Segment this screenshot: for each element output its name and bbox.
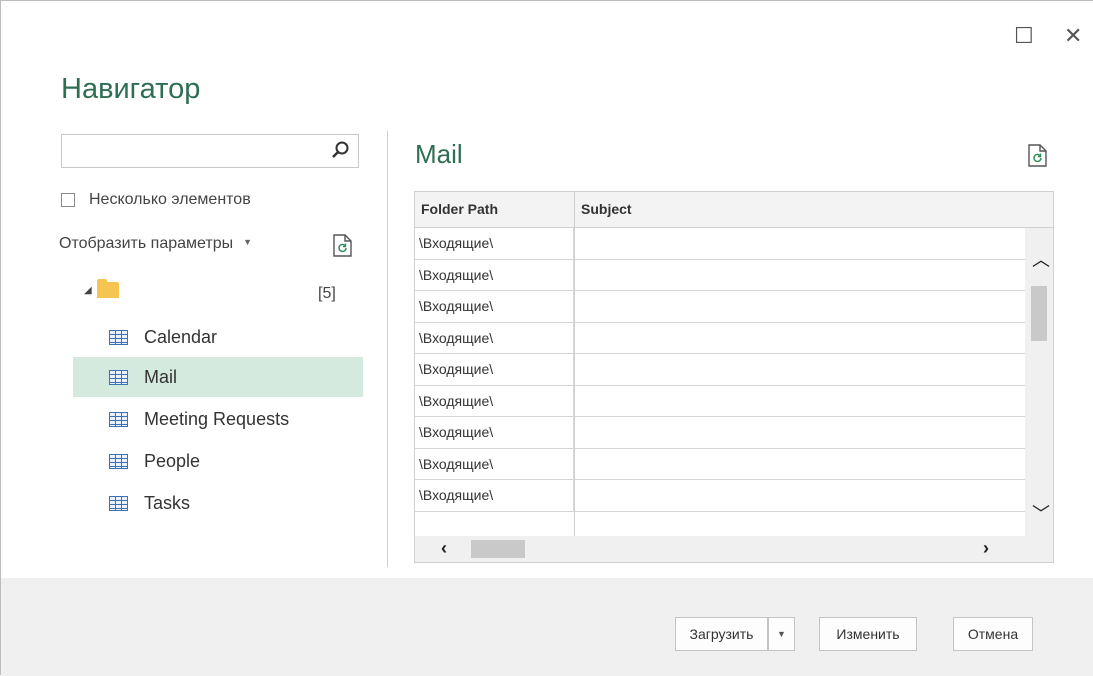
root-item-count: [5] [318, 285, 336, 302]
nav-item-label: People [144, 450, 201, 471]
nav-item-meeting-requests[interactable]: Meeting Requests [73, 399, 363, 439]
display-options-label: Отобразить параметры [59, 235, 234, 252]
nav-item-tasks[interactable]: Tasks [73, 483, 363, 523]
dialog-footer [1, 578, 1093, 676]
vertical-scrollbar[interactable]: ︿ ﹀ [1025, 228, 1053, 538]
nav-item-label: Tasks [144, 492, 191, 513]
maximize-button[interactable]: ☐ [1014, 23, 1034, 49]
table-header: Folder Path Subject [415, 192, 1053, 228]
load-button[interactable]: Загрузить [675, 617, 768, 651]
vertical-scroll-thumb[interactable] [1031, 286, 1047, 341]
table-row: \Входящие\ [415, 259, 1025, 291]
table-row: \Входящие\ [415, 228, 1025, 260]
scroll-up-icon[interactable]: ︿ [1032, 246, 1050, 272]
expand-triangle-icon[interactable]: ◢ [84, 285, 92, 296]
dropdown-caret-icon: ▼ [243, 237, 253, 247]
table-cell: \Входящие\ [415, 259, 574, 290]
search-icon[interactable] [330, 140, 350, 160]
table-row: \Входящие\ [415, 417, 1025, 449]
table-row: \Входящие\ [415, 385, 1025, 417]
table-row: \Входящие\ [415, 354, 1025, 386]
table-icon [109, 369, 128, 385]
edit-button[interactable]: Изменить [819, 617, 917, 651]
pane-divider[interactable] [387, 131, 388, 567]
folder-icon [96, 279, 119, 298]
table-cell: \Входящие\ [415, 291, 574, 322]
nav-item-mail[interactable]: Mail [73, 357, 363, 397]
table-cell: \Входящие\ [415, 385, 574, 416]
scroll-left-icon[interactable]: ‹ [441, 538, 447, 559]
cancel-button[interactable]: Отмена [953, 617, 1033, 651]
column-header-subject[interactable]: Subject [575, 192, 1025, 227]
table-row: \Входящие\ [415, 322, 1025, 354]
display-options-dropdown[interactable]: Отобразить параметры ▼ [59, 235, 252, 253]
column-header-folder-path[interactable]: Folder Path [415, 192, 574, 227]
chevron-down-icon: ▼ [777, 629, 786, 639]
multi-select-label: Несколько элементов [89, 191, 251, 208]
multi-select-option[interactable]: Несколько элементов [61, 191, 251, 209]
nav-item-people[interactable]: People [73, 441, 363, 481]
table-cell: \Входящие\ [415, 322, 574, 353]
table-icon [109, 453, 128, 469]
table-icon [109, 329, 128, 345]
table-row: \Входящие\ [415, 480, 1025, 512]
preview-table[interactable]: Folder Path Subject \Входящие\ \Входящие… [414, 191, 1054, 563]
multi-select-checkbox[interactable] [61, 193, 75, 207]
table-body: \Входящие\ \Входящие\ \Входящие\ \Входящ… [415, 228, 1025, 512]
search-input[interactable] [61, 134, 359, 168]
tree-root-node[interactable]: ◢ [84, 279, 119, 298]
table-cell: \Входящие\ [415, 354, 574, 385]
table-cell: \Входящие\ [415, 417, 574, 448]
table-cell: \Входящие\ [415, 480, 574, 511]
horizontal-scroll-thumb[interactable] [471, 540, 525, 558]
load-options-dropdown[interactable]: ▼ [768, 617, 795, 651]
navigator-window: ☐ ✕ Навигатор Несколько элементов Отобра… [0, 0, 1093, 676]
scroll-right-icon[interactable]: › [983, 538, 989, 559]
scroll-down-icon[interactable]: ﹀ [1032, 500, 1050, 526]
preview-refresh-icon[interactable] [1027, 144, 1049, 168]
table-cell: \Входящие\ [415, 228, 574, 259]
nav-item-label: Mail [144, 366, 178, 387]
table-icon [109, 495, 128, 511]
table-row: \Входящие\ [415, 291, 1025, 323]
dialog-title: Навигатор [61, 73, 201, 105]
nav-item-label: Calendar [144, 326, 218, 347]
table-cell: \Входящие\ [415, 448, 574, 479]
refresh-icon[interactable] [332, 234, 354, 258]
table-row: \Входящие\ [415, 448, 1025, 480]
preview-title: Mail [415, 139, 463, 169]
close-button[interactable]: ✕ [1064, 23, 1082, 49]
nav-item-calendar[interactable]: Calendar [73, 317, 363, 357]
table-icon [109, 411, 128, 427]
horizontal-scrollbar[interactable]: ‹ › [415, 536, 1053, 562]
nav-item-label: Meeting Requests [144, 408, 290, 429]
